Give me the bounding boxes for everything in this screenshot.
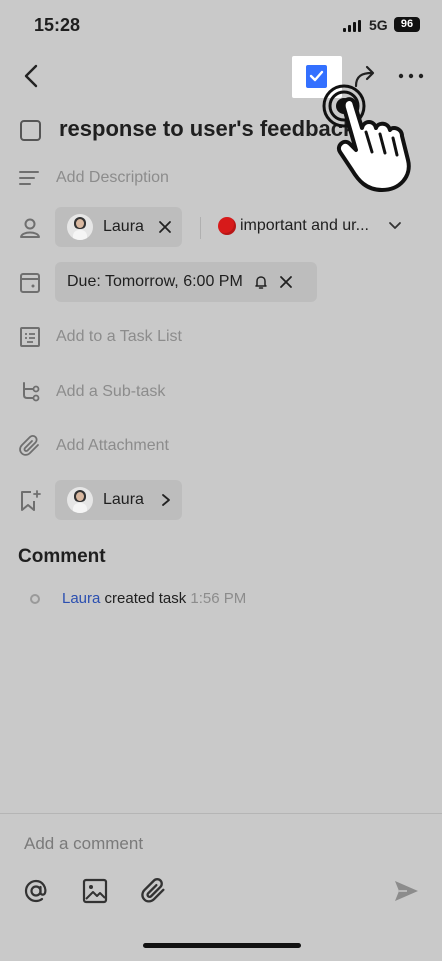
subtask-row[interactable]: Add a Sub-task: [0, 371, 442, 413]
bell-icon[interactable]: [253, 274, 269, 290]
activity-time: 1:56 PM: [190, 590, 247, 607]
chevron-down-icon: [387, 218, 403, 234]
activity-item: Laura created task 1:56 PM: [30, 590, 246, 607]
paperclip-icon[interactable]: [140, 877, 168, 905]
task-title[interactable]: response to user's feedback: [59, 116, 359, 142]
timeline-dot: [30, 593, 40, 604]
task-list-icon: [18, 325, 42, 349]
status-bar: 15:28 5G 96: [0, 0, 442, 52]
description-placeholder: Add Description: [56, 169, 169, 186]
home-indicator: [143, 943, 301, 948]
follower-name: Laura: [103, 491, 144, 508]
tap-hand-icon: [318, 76, 418, 196]
chevron-right-icon: [160, 493, 172, 507]
attachment-placeholder: Add Attachment: [56, 437, 169, 454]
calendar-icon: [18, 271, 42, 295]
back-icon[interactable]: [18, 62, 46, 90]
priority-dot: [218, 217, 236, 235]
task-complete-checkbox[interactable]: [20, 120, 41, 141]
person-icon: [18, 216, 42, 240]
image-icon[interactable]: [82, 878, 108, 904]
at-icon[interactable]: [22, 877, 50, 905]
comment-heading: Comment: [18, 546, 106, 567]
activity-action: created task: [100, 590, 191, 607]
avatar: [67, 214, 93, 240]
due-chip[interactable]: Due: Tomorrow, 6:00 PM: [55, 262, 317, 302]
comment-bar: Add a comment: [0, 813, 442, 961]
assignee-chip[interactable]: Laura: [55, 207, 182, 247]
task-list-row[interactable]: Add to a Task List: [0, 316, 442, 358]
network-type: 5G: [369, 17, 388, 33]
priority-select[interactable]: important and ur...: [218, 217, 403, 235]
status-time: 15:28: [34, 15, 81, 35]
follower-chip[interactable]: Laura: [55, 480, 182, 520]
activity-user[interactable]: Laura: [62, 590, 100, 607]
subtask-placeholder: Add a Sub-task: [56, 383, 166, 400]
signal-icon: [343, 20, 363, 32]
subtask-icon: [18, 380, 42, 404]
priority-label: important and ur...: [240, 217, 369, 234]
divider: [200, 217, 201, 239]
avatar: [67, 487, 93, 513]
send-icon[interactable]: [392, 877, 420, 905]
battery-indicator: 96: [394, 17, 420, 32]
close-icon[interactable]: [158, 220, 172, 234]
assignee-name: Laura: [103, 218, 144, 235]
close-icon[interactable]: [279, 275, 293, 289]
due-label: Due: Tomorrow, 6:00 PM: [67, 273, 243, 290]
task-list-placeholder: Add to a Task List: [56, 328, 182, 345]
description-icon: [18, 166, 42, 190]
paperclip-icon: [18, 434, 42, 458]
attachment-row[interactable]: Add Attachment: [0, 425, 442, 467]
bookmark-add-icon: [18, 489, 42, 513]
comment-input[interactable]: Add a comment: [24, 834, 143, 854]
